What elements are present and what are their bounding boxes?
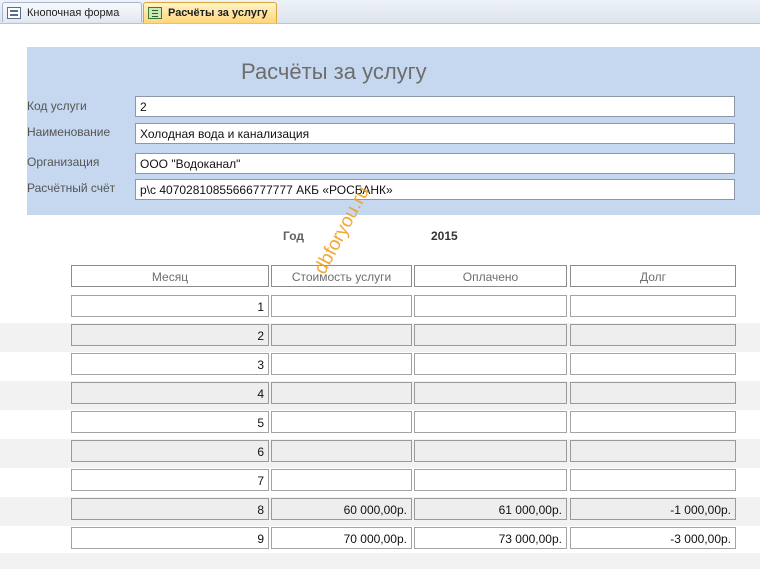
debt-cell[interactable]: -3 000,00р.: [570, 527, 736, 549]
report-footer-strip: [0, 553, 760, 569]
table-row: 1: [0, 294, 760, 323]
cost-cell[interactable]: [271, 324, 412, 346]
cost-cell[interactable]: [271, 353, 412, 375]
column-header-cost: Стоимость услуги: [271, 265, 412, 287]
paid-cell[interactable]: [414, 353, 567, 375]
debt-cell[interactable]: [570, 353, 736, 375]
debt-cell[interactable]: [570, 324, 736, 346]
table-row: 2: [0, 323, 760, 352]
month-cell[interactable]: 9: [71, 527, 269, 549]
debt-cell[interactable]: [570, 469, 736, 491]
table-row: 7: [0, 468, 760, 497]
month-cell[interactable]: 3: [71, 353, 269, 375]
month-cell[interactable]: 8: [71, 498, 269, 520]
month-cell[interactable]: 5: [71, 411, 269, 433]
organization-label: Организация: [27, 155, 100, 169]
report-title: Расчёты за услугу: [241, 59, 427, 84]
cost-cell[interactable]: 70 000,00р.: [271, 527, 412, 549]
month-cell[interactable]: 6: [71, 440, 269, 462]
tab-label: Расчёты за услугу: [168, 7, 268, 19]
bank-account-label: Расчётный счёт: [27, 181, 116, 195]
paid-cell[interactable]: [414, 440, 567, 462]
bank-account-field[interactable]: р\с 40702810855666777777 АКБ «РОСБАНК»: [135, 179, 735, 200]
cost-cell[interactable]: [271, 411, 412, 433]
service-code-field[interactable]: 2: [135, 96, 735, 117]
debt-cell[interactable]: [570, 440, 736, 462]
debt-cell[interactable]: [570, 411, 736, 433]
month-cell[interactable]: 2: [71, 324, 269, 346]
table-row: 9 70 000,00р. 73 000,00р. -3 000,00р.: [0, 526, 760, 555]
column-header-month: Месяц: [71, 265, 269, 287]
month-cell[interactable]: 1: [71, 295, 269, 317]
month-cell[interactable]: 7: [71, 469, 269, 491]
table-row: 8 60 000,00р. 61 000,00р. -1 000,00р.: [0, 497, 760, 526]
form-icon: [7, 6, 21, 19]
organization-field[interactable]: ООО "Водоканал": [135, 153, 735, 174]
paid-cell[interactable]: [414, 382, 567, 404]
cost-cell[interactable]: [271, 440, 412, 462]
report-icon: [148, 7, 162, 19]
column-header-paid: Оплачено: [414, 265, 567, 287]
paid-cell[interactable]: [414, 411, 567, 433]
service-name-field[interactable]: Холодная вода и канализация: [135, 123, 735, 144]
paid-cell[interactable]: [414, 324, 567, 346]
service-code-label: Код услуги: [27, 99, 87, 113]
table-row: 5: [0, 410, 760, 439]
month-cell[interactable]: 4: [71, 382, 269, 404]
column-header-debt: Долг: [570, 265, 736, 287]
paid-cell[interactable]: [414, 469, 567, 491]
cost-cell[interactable]: [271, 382, 412, 404]
debt-cell[interactable]: [570, 295, 736, 317]
cost-cell[interactable]: 60 000,00р.: [271, 498, 412, 520]
paid-cell[interactable]: 61 000,00р.: [414, 498, 567, 520]
report-header: Расчёты за услугу Код услуги 2 Наименова…: [27, 47, 760, 215]
service-name-label: Наименование: [27, 125, 111, 139]
tab-label: Кнопочная форма: [27, 6, 120, 19]
tab-service-payments[interactable]: Расчёты за услугу: [143, 2, 277, 23]
table-row: 6: [0, 439, 760, 468]
table-row: 4: [0, 381, 760, 410]
table-row: 3: [0, 352, 760, 381]
tab-switchboard[interactable]: Кнопочная форма: [2, 2, 142, 22]
year-label: Год: [283, 229, 304, 243]
cost-cell[interactable]: [271, 295, 412, 317]
cost-cell[interactable]: [271, 469, 412, 491]
document-tab-bar: Кнопочная форма Расчёты за услугу: [0, 0, 760, 24]
debt-cell[interactable]: [570, 382, 736, 404]
year-value: 2015: [431, 229, 458, 243]
debt-cell[interactable]: -1 000,00р.: [570, 498, 736, 520]
paid-cell[interactable]: [414, 295, 567, 317]
paid-cell[interactable]: 73 000,00р.: [414, 527, 567, 549]
